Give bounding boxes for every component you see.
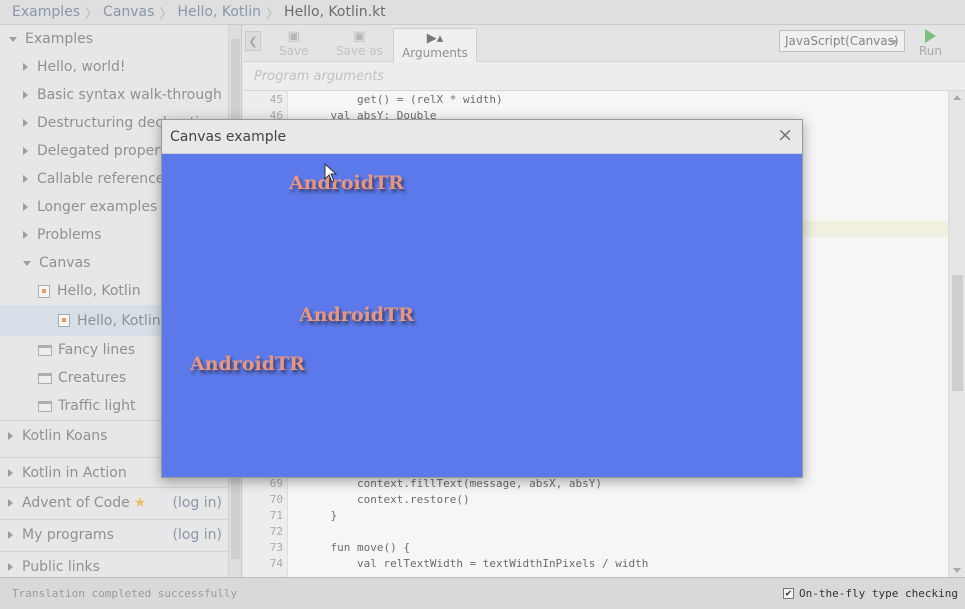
status-bar: Translation completed successfully ✔ On-… bbox=[0, 577, 965, 609]
checkbox-checked-icon[interactable]: ✔ bbox=[783, 588, 795, 599]
canvas-example-dialog: Canvas example × AndroidTR AndroidTR And… bbox=[161, 119, 803, 478]
status-message: Translation completed successfully bbox=[12, 587, 238, 600]
mouse-cursor-icon bbox=[324, 163, 338, 183]
canvas-text-2: AndroidTR bbox=[299, 304, 414, 326]
canvas-text-1: AndroidTR bbox=[289, 172, 404, 194]
close-icon[interactable]: × bbox=[777, 124, 793, 146]
dialog-title: Canvas example bbox=[170, 128, 287, 145]
dialog-header: Canvas example × bbox=[162, 120, 802, 154]
on-the-fly-toggle[interactable]: ✔ On-the-fly type checking bbox=[783, 587, 958, 600]
canvas-text-3: AndroidTR bbox=[190, 353, 305, 375]
on-the-fly-label: On-the-fly type checking bbox=[799, 587, 958, 600]
